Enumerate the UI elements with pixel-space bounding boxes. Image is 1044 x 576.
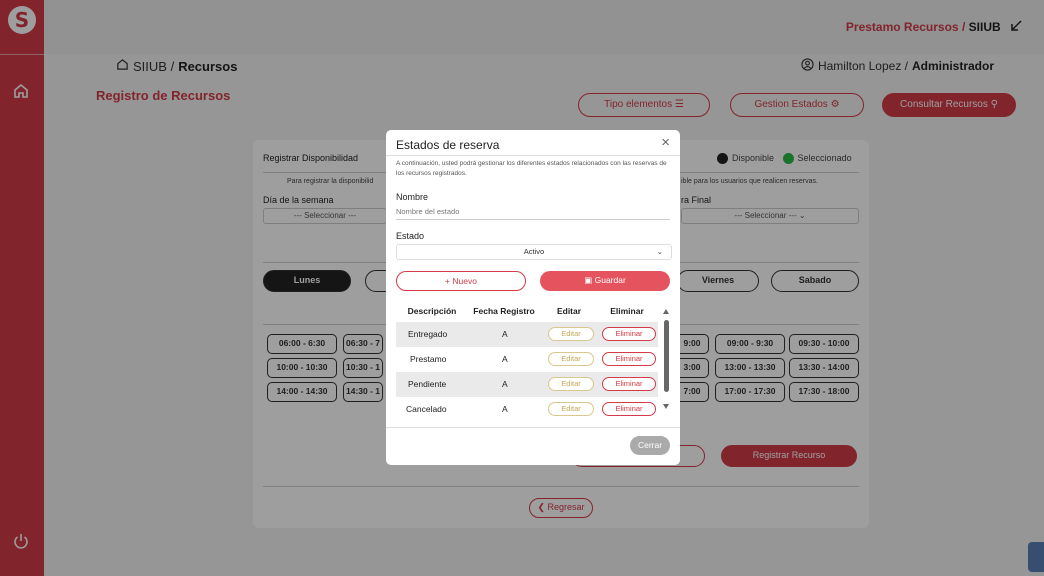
cerrar-button[interactable]: Cerrar: [630, 436, 670, 455]
delete-button[interactable]: Eliminar: [602, 352, 656, 366]
scrollbar-thumb[interactable]: [664, 320, 669, 392]
col-fecha-registro: Fecha Registro: [473, 306, 535, 316]
modal-footer-divider: [386, 427, 680, 428]
nombre-input[interactable]: Nombre del estado: [396, 207, 670, 220]
nombre-label: Nombre: [396, 192, 429, 202]
guardar-button[interactable]: ▣ Guardar: [540, 271, 670, 291]
table-row: Pendiente A Editar Eliminar: [396, 372, 658, 397]
save-icon: ▣: [584, 275, 593, 285]
close-icon[interactable]: ×: [661, 134, 670, 151]
modal-title: Estados de reserva: [396, 138, 500, 152]
chevron-down-icon: ⌄: [656, 247, 663, 256]
col-editar: Editar: [556, 306, 582, 316]
nuevo-button[interactable]: + Nuevo: [396, 271, 526, 291]
table-row: Entregado A Editar Eliminar: [396, 322, 658, 347]
delete-button[interactable]: Eliminar: [602, 327, 656, 341]
edit-button[interactable]: Editar: [548, 402, 594, 416]
delete-button[interactable]: Eliminar: [602, 377, 656, 391]
estado-label: Estado: [396, 231, 425, 241]
estados-modal: Estados de reserva × A continuación, ust…: [386, 130, 680, 465]
table-row: Prestamo A Editar Eliminar: [396, 347, 658, 372]
estado-select[interactable]: Activo ⌄: [396, 244, 672, 260]
edit-button[interactable]: Editar: [548, 327, 594, 341]
table-row: Cancelado A Editar Eliminar: [396, 397, 658, 422]
edit-button[interactable]: Editar: [548, 352, 594, 366]
modal-description: A continuación, usted podrá gestionar lo…: [396, 160, 667, 177]
col-eliminar: Eliminar: [610, 306, 644, 316]
col-descripcion: Descripción: [407, 306, 457, 316]
edit-button[interactable]: Editar: [548, 377, 594, 391]
delete-button[interactable]: Eliminar: [602, 402, 656, 416]
modal-header-divider: [386, 155, 680, 156]
